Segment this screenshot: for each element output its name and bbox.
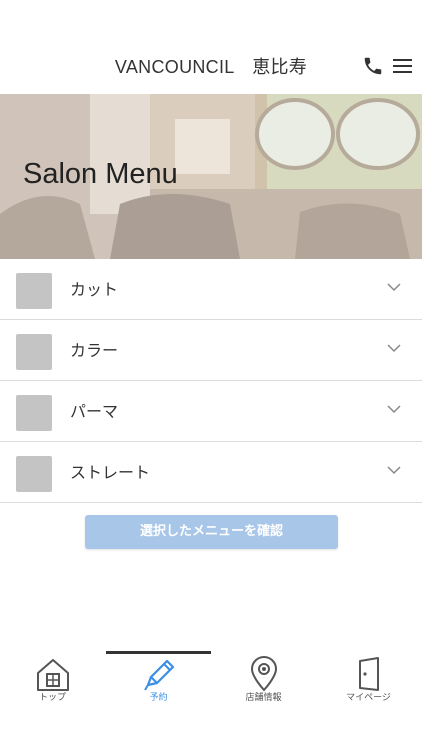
map-pin-icon [250, 656, 278, 692]
chevron-down-icon[interactable] [386, 342, 402, 354]
tab-reservation[interactable]: 予約 [106, 650, 211, 710]
chevron-down-icon[interactable] [386, 464, 402, 476]
tab-label: 予約 [149, 693, 168, 703]
menu-thumbnail [16, 395, 52, 431]
confirm-selection-button[interactable]: 選択したメニューを確認 [85, 515, 338, 549]
menu-item-label: カラー [70, 341, 119, 360]
app-header: VANCOUNCIL 恵比寿 [0, 0, 422, 94]
tab-label: マイページ [346, 693, 391, 703]
menu-item-label: カット [70, 280, 119, 299]
hero-banner: Salon Menu [0, 94, 422, 259]
tab-my-page[interactable]: マイページ [316, 650, 421, 710]
home-icon [37, 659, 69, 691]
menu-list: カット カラー パーマ ストレート [0, 259, 422, 503]
hero-title: Salon Menu [23, 158, 178, 190]
menu-item-cut[interactable]: カット [0, 259, 422, 320]
menu-item-label: パーマ [70, 402, 119, 421]
page-title: VANCOUNCIL 恵比寿 [114, 57, 308, 77]
menu-thumbnail [16, 456, 52, 492]
menu-item-straight[interactable]: ストレート [0, 442, 422, 503]
menu-item-perm[interactable]: パーマ [0, 381, 422, 442]
menu-thumbnail [16, 334, 52, 370]
tab-top[interactable]: トップ [0, 650, 105, 710]
pencil-icon [144, 659, 175, 691]
chevron-down-icon[interactable] [386, 281, 402, 293]
tab-store-info[interactable]: 店舗情報 [211, 650, 316, 710]
phone-icon[interactable] [362, 55, 384, 77]
tab-label: トップ [38, 693, 66, 703]
door-icon [359, 657, 379, 691]
hamburger-menu-icon[interactable] [393, 59, 412, 75]
chevron-down-icon[interactable] [386, 403, 402, 415]
menu-item-label: ストレート [70, 463, 151, 482]
bottom-tab-bar: トップ 予約 店舗情報 マイページ [0, 650, 422, 750]
tab-label: 店舗情報 [245, 693, 282, 703]
menu-item-color[interactable]: カラー [0, 320, 422, 381]
menu-thumbnail [16, 273, 52, 309]
